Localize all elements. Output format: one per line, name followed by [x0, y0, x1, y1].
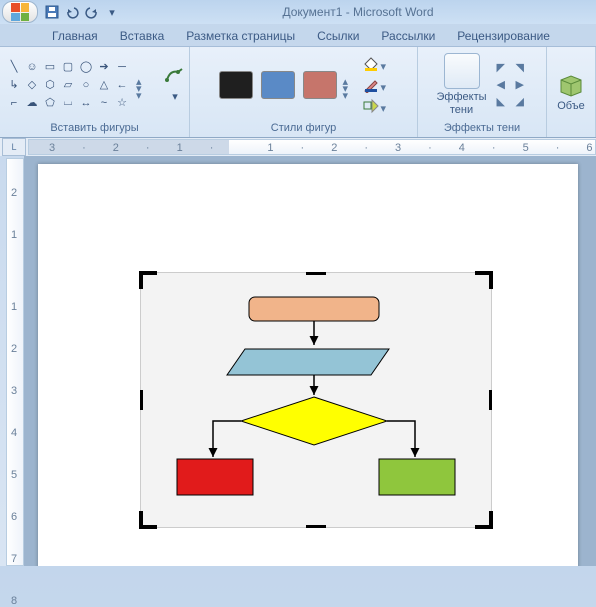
morph-icon [363, 98, 379, 114]
flowchart-start[interactable] [249, 297, 379, 321]
redo-icon[interactable] [84, 4, 100, 20]
group-shape-styles: ▴▾▾ ▾ ▾ ▾ Стили фигур [190, 47, 418, 137]
shape-smiley-icon[interactable]: ☺ [24, 59, 40, 75]
ruler-corner[interactable]: L [2, 138, 26, 156]
group-insert-shapes: ╲ ☺ ▭ ▢ ◯ ➔ ─ ↳ ◇ ⬡ ▱ ○ △ ← ⌐ ☁ ⬠ ⌴ ↔ ~ [0, 47, 190, 137]
workspace: 2112345678 [0, 156, 596, 566]
style-swatch-3[interactable] [303, 71, 337, 99]
ribbon: ╲ ☺ ▭ ▢ ◯ ➔ ─ ↳ ◇ ⬡ ▱ ○ △ ← ⌐ ☁ ⬠ ⌴ ↔ ~ [0, 46, 596, 138]
shape-ellipse-icon[interactable]: ◯ [78, 59, 94, 75]
shape-line-icon[interactable]: ╲ [6, 59, 22, 75]
group-3d-effects: Объе [547, 47, 596, 137]
tab-mailings[interactable]: Рассылки [373, 25, 443, 46]
style-swatch-1[interactable] [219, 71, 253, 99]
cube-icon [557, 70, 585, 98]
group-shadow-effects: Эффекты тени ◤ ◥ ◀ ▶ ◣ ◢ Эффекты тени [418, 47, 547, 137]
shape-connector-icon[interactable]: ↳ [6, 77, 22, 93]
shapes-scroll[interactable]: ▴▾▾ [136, 75, 146, 95]
chevron-down-icon: ▾ [381, 60, 389, 68]
shape-arrow-icon[interactable]: ➔ [96, 59, 112, 75]
shadow-effects-button[interactable]: Эффекты тени [433, 51, 491, 117]
flowchart-arrow[interactable] [387, 421, 415, 457]
shape-fill-button[interactable]: ▾ [363, 55, 389, 73]
nudge-right-icon[interactable]: ▶ [516, 78, 532, 92]
bucket-icon [363, 56, 379, 72]
flowchart-arrow[interactable] [213, 421, 241, 457]
chevron-down-icon: ▾ [381, 81, 389, 89]
shape-rect-icon[interactable]: ▭ [42, 59, 58, 75]
3d-label: Объе [557, 100, 584, 112]
chevron-down-icon: ▾ [381, 102, 389, 110]
shape-cloud-icon[interactable]: ☁ [24, 95, 40, 111]
pen-icon [363, 77, 379, 93]
shape-star-icon[interactable]: ☆ [114, 95, 130, 111]
style-gallery[interactable] [219, 71, 337, 99]
group-label-shapes: Вставить фигуры [6, 120, 183, 137]
window-title: Документ1 - Microsoft Word [120, 5, 596, 19]
shape-curve-icon[interactable]: ~ [96, 95, 112, 111]
tab-page-layout[interactable]: Разметка страницы [178, 25, 303, 46]
shapes-gallery[interactable]: ╲ ☺ ▭ ▢ ◯ ➔ ─ ↳ ◇ ⬡ ▱ ○ △ ← ⌐ ☁ ⬠ ⌴ ↔ ~ [6, 59, 130, 111]
ribbon-tabs: Главная Вставка Разметка страницы Ссылки… [0, 24, 596, 46]
group-label-effects: Эффекты тени [424, 120, 540, 137]
shape-line2-icon[interactable]: ─ [114, 59, 130, 75]
tab-review[interactable]: Рецензирование [449, 25, 558, 46]
nudge-left-icon[interactable]: ◀ [497, 78, 513, 92]
shadow-effects-label: Эффекты тени [437, 91, 487, 115]
shape-arrow3-icon[interactable]: ↔ [78, 95, 94, 111]
undo-icon[interactable] [64, 4, 80, 20]
nudge-up-right-icon[interactable]: ◥ [516, 61, 532, 75]
horizontal-ruler[interactable]: 3·2·1·1·2·3·4·5·6·7 [28, 139, 596, 155]
vertical-ruler[interactable]: 2112345678 [6, 158, 24, 566]
page[interactable] [38, 164, 578, 566]
tab-insert[interactable]: Вставка [112, 25, 173, 46]
shape-diamond-icon[interactable]: ◇ [24, 77, 40, 93]
flowchart-io[interactable] [227, 349, 389, 375]
group-label-styles: Стили фигур [196, 120, 411, 137]
change-shape-button[interactable]: ▾ [363, 97, 389, 115]
flowchart-process-left[interactable] [177, 459, 253, 495]
tab-home[interactable]: Главная [44, 25, 106, 46]
office-button[interactable] [2, 1, 38, 23]
tab-references[interactable]: Ссылки [309, 25, 367, 46]
edit-shape-icon [164, 66, 186, 88]
edit-shape-button[interactable]: ▾ [160, 64, 190, 105]
nudge-down-right-icon[interactable]: ◢ [516, 95, 532, 109]
nudge-up-left-icon[interactable]: ◤ [497, 61, 513, 75]
shape-cyl-icon[interactable]: ⌴ [60, 95, 76, 111]
shadow-nudge: ◤ ◥ ◀ ▶ ◣ ◢ [497, 61, 532, 109]
qat-dropdown-icon[interactable]: ▾ [104, 4, 120, 20]
office-logo-icon [11, 3, 29, 21]
title-bar: ▾ Документ1 - Microsoft Word [0, 0, 596, 24]
shape-circle2-icon[interactable]: ○ [78, 77, 94, 93]
flowchart-decision[interactable] [241, 397, 387, 445]
ruler-bar: L 3·2·1·1·2·3·4·5·6·7 [0, 138, 596, 156]
flowchart-diagram[interactable] [141, 273, 493, 529]
3d-effects-button[interactable]: Объе [553, 68, 589, 114]
save-icon[interactable] [44, 4, 60, 20]
shape-hex-icon[interactable]: ⬡ [42, 77, 58, 93]
shape-para-icon[interactable]: ▱ [60, 77, 76, 93]
style-swatch-2[interactable] [261, 71, 295, 99]
flowchart-process-right[interactable] [379, 459, 455, 495]
shadow-preview-icon [444, 53, 480, 89]
shape-arr2-icon[interactable]: ← [114, 77, 130, 93]
shape-penta-icon[interactable]: ⬠ [42, 95, 58, 111]
shape-tri-icon[interactable]: △ [96, 77, 112, 93]
shape-outline-button[interactable]: ▾ [363, 76, 389, 94]
document-area[interactable] [24, 156, 596, 566]
nudge-down-left-icon[interactable]: ◣ [497, 95, 513, 109]
quick-access-toolbar: ▾ [44, 4, 120, 20]
drawing-canvas[interactable] [140, 272, 492, 528]
shape-roundrect-icon[interactable]: ▢ [60, 59, 76, 75]
shape-elbow-icon[interactable]: ⌐ [6, 95, 22, 111]
styles-scroll[interactable]: ▴▾▾ [343, 75, 353, 95]
chevron-down-icon: ▾ [172, 90, 178, 103]
